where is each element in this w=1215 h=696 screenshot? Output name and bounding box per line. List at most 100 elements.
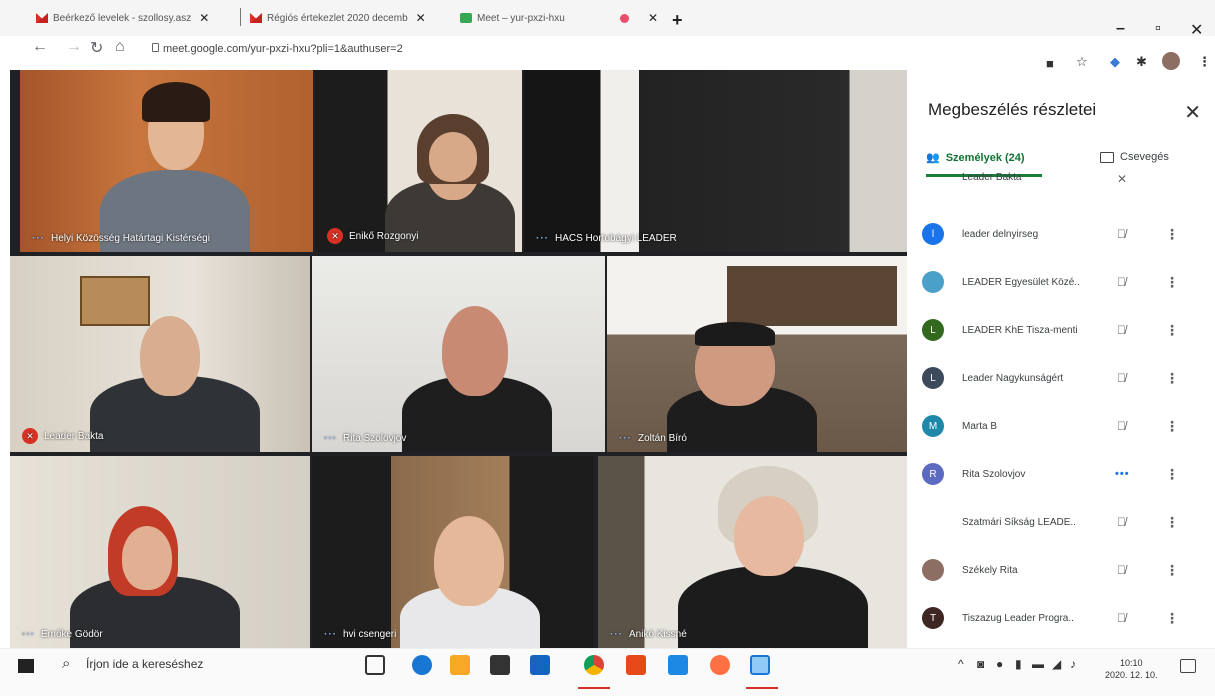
volume-icon[interactable]: ♪	[1070, 657, 1076, 671]
firefox-icon[interactable]	[710, 655, 730, 675]
avatar: M	[922, 415, 944, 437]
tab-title: Régiós értekezlet 2020 decemb	[267, 12, 408, 24]
kebab-menu-icon[interactable]: ⋮	[1198, 54, 1211, 70]
list-item[interactable]: LEADER Egyesület Közé.. 🎙̸ ⋮	[910, 258, 1215, 306]
task-view-icon[interactable]	[365, 655, 385, 675]
wifi-icon[interactable]: ◢	[1052, 657, 1061, 671]
taskbar-clock[interactable]: 10:10 2020. 12. 10.	[1105, 657, 1158, 681]
video-grid: ··· Helyi Közösség Határtagi Kistérségi ✕…	[10, 70, 907, 648]
kebab-menu-icon[interactable]: ⋮	[1165, 418, 1179, 435]
network-icon[interactable]: ▬	[1032, 657, 1044, 671]
close-icon[interactable]: ✕	[648, 11, 658, 25]
participant-name: ··· Zoltán Bíró	[619, 433, 687, 444]
extension-icon[interactable]: ◆	[1110, 54, 1120, 70]
meet-icon	[460, 13, 472, 23]
tray-app-icon[interactable]: ◙	[977, 657, 984, 671]
calculator-icon[interactable]	[668, 655, 688, 675]
meeting-details-panel: Megbeszélés részletei ✕ 👥 Személyek (24)…	[910, 70, 1215, 648]
kebab-menu-icon[interactable]: ⋮	[1165, 322, 1179, 339]
kebab-menu-icon[interactable]: ⋮	[1165, 514, 1179, 531]
video-tile[interactable]: ··· hvi csengeri	[312, 456, 594, 648]
gmail-icon	[36, 13, 48, 23]
clock-time: 10:10	[1120, 658, 1143, 668]
video-tile[interactable]: ✕ Enikő Rozgonyi	[315, 70, 522, 252]
list-item[interactable]: M Marta B 🎙̸ ⋮	[910, 402, 1215, 450]
list-item[interactable]: L LEADER KhE Tisza-menti 🎙̸ ⋮	[910, 306, 1215, 354]
mic-off-icon: 🎙̸	[1117, 371, 1126, 385]
list-item[interactable]: l leader delnyirseg 🎙̸ ⋮	[910, 210, 1215, 258]
forward-arrow-icon[interactable]: →	[66, 38, 82, 56]
notification-icon[interactable]	[1180, 659, 1196, 673]
video-tile[interactable]: ··· Emőke Gödör	[10, 456, 310, 648]
tray-app-icon[interactable]: ▮	[1015, 657, 1022, 671]
clock-date: 2020. 12. 10.	[1105, 670, 1158, 680]
close-icon[interactable]: ✕	[199, 11, 209, 25]
mail-icon[interactable]	[530, 655, 550, 675]
store-icon[interactable]	[490, 655, 510, 675]
windows-start-icon[interactable]	[18, 659, 34, 673]
close-icon[interactable]: ✕	[416, 11, 426, 25]
avatar	[922, 559, 944, 581]
star-icon[interactable]: ☆	[1076, 54, 1088, 70]
new-tab-button[interactable]: +	[672, 10, 683, 31]
gmail-icon	[250, 13, 262, 23]
avatar: l	[922, 223, 944, 245]
mic-off-icon: 🎙̸	[1117, 611, 1126, 625]
list-item[interactable]: Leader Bakta ✕	[910, 170, 1215, 190]
kebab-menu-icon[interactable]: ⋮	[1165, 466, 1179, 483]
participant-name: ··· HACS Hortobágyi LEADER	[536, 233, 677, 244]
mic-off-icon: 🎙̸	[1117, 323, 1126, 337]
tab-chat[interactable]: Csevegés	[1100, 151, 1169, 163]
tab-separator	[240, 8, 241, 26]
document-icon[interactable]	[750, 655, 770, 675]
taskbar-search-input[interactable]: Írjon ide a kereséshez	[86, 657, 203, 671]
list-item[interactable]: L Leader Nagykunságért 🎙̸ ⋮	[910, 354, 1215, 402]
kebab-menu-icon[interactable]: ⋮	[1165, 370, 1179, 387]
chevron-up-icon[interactable]: ^	[958, 657, 964, 671]
tab-people[interactable]: 👥 Személyek (24)	[926, 151, 1025, 165]
participant-name: ✕ Enikő Rozgonyi	[327, 228, 418, 244]
kebab-menu-icon[interactable]: ⋮	[1165, 562, 1179, 579]
mic-off-icon: 🎙̸	[1117, 515, 1126, 529]
kebab-menu-icon[interactable]: ⋮	[1165, 610, 1179, 627]
back-arrow-icon[interactable]: ←	[32, 38, 48, 56]
kebab-menu-icon[interactable]: ⋮	[1165, 226, 1179, 243]
browser-tab-gmail-meeting[interactable]: Régiós értekezlet 2020 decemb ✕	[250, 6, 426, 30]
profile-avatar[interactable]	[1162, 52, 1180, 70]
reload-icon[interactable]: ↻	[90, 38, 103, 58]
participant-name: ··· Helyi Közösség Határtagi Kistérségi	[32, 233, 210, 244]
avatar	[922, 271, 944, 293]
kebab-menu-icon[interactable]: ⋮	[1165, 274, 1179, 291]
list-item[interactable]: R Rita Szolovjov ••• ⋮	[910, 450, 1215, 498]
close-icon[interactable]: ✕	[1184, 100, 1201, 125]
chrome-icon[interactable]	[584, 655, 604, 675]
video-tile[interactable]: ··· HACS Hortobágyi LEADER	[524, 70, 907, 252]
video-tile[interactable]: ··· Anikó Kissné	[598, 456, 907, 648]
audio-indicator-icon: ···	[610, 629, 623, 640]
list-item[interactable]: Szatmári Síkság LEADE.. 🎙̸ ⋮	[910, 498, 1215, 546]
mic-off-icon: ✕	[1117, 172, 1128, 186]
url-field[interactable]: meet.google.com/yur-pxzi-hxu?pli=1&authu…	[163, 43, 403, 55]
participant-name: ··· hvi csengeri	[324, 629, 397, 640]
list-item[interactable]: Székely Rita 🎙̸ ⋮	[910, 546, 1215, 594]
office-icon[interactable]	[626, 655, 646, 675]
home-icon[interactable]: ⌂	[115, 38, 125, 56]
list-item[interactable]: T Tiszazug Leader Progra.. 🎙̸ ⋮	[910, 594, 1215, 642]
avatar	[922, 511, 944, 533]
video-tile[interactable]: ··· Zoltán Bíró	[607, 256, 907, 452]
tray-app-icon[interactable]: ●	[996, 657, 1003, 671]
file-explorer-icon[interactable]	[450, 655, 470, 675]
people-icon: 👥	[926, 152, 940, 164]
video-tile[interactable]: ··· Helyi Közösség Határtagi Kistérségi	[20, 70, 313, 252]
close-tab-meet[interactable]: ✕	[640, 6, 658, 30]
video-tile[interactable]: ✕ Leader Bakta	[10, 256, 310, 452]
puzzle-icon[interactable]: ✱	[1136, 54, 1147, 70]
browser-tab-gmail-inbox[interactable]: Beérkező levelek - szollosy.asz ✕	[36, 6, 209, 30]
mic-off-icon: ✕	[327, 228, 343, 244]
video-tile[interactable]: ··· Rita Szolovjov	[312, 256, 605, 452]
camera-icon[interactable]: ■	[1046, 56, 1054, 71]
windows-taskbar: ⌕ Írjon ide a kereséshez ^ ◙ ● ▮ ▬ ◢ ♪ 1…	[0, 648, 1215, 696]
edge-icon[interactable]	[412, 655, 432, 675]
browser-tab-meet[interactable]: Meet – yur-pxzi-hxu	[460, 6, 565, 30]
search-icon[interactable]: ⌕	[62, 655, 70, 672]
